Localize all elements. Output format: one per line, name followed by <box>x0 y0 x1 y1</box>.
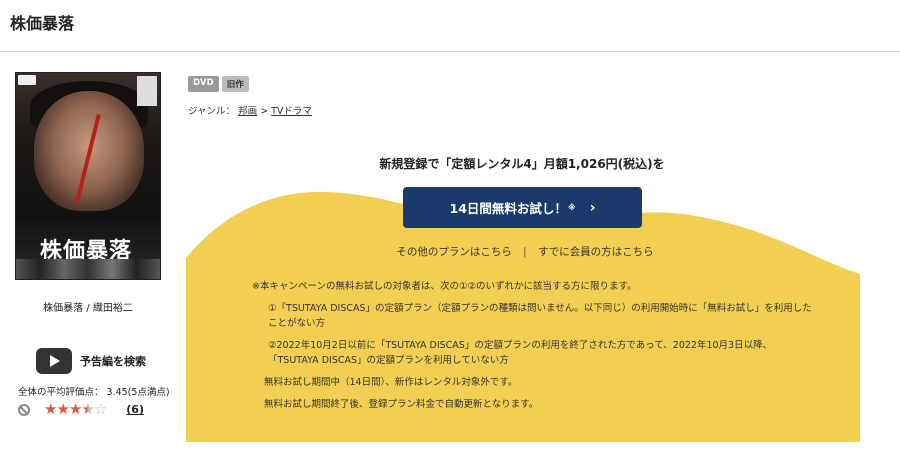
genre-breadcrumb: ジャンル： 邦画 > TVドラマ <box>188 103 312 117</box>
notes-item-1: ①「TSUTAYA DISCAS」の定額プラン（定額プランの種類は問いません。以… <box>268 303 812 329</box>
link-separator: | <box>523 246 527 258</box>
cta-label: 14日間無料お試し！ <box>449 201 567 216</box>
member-login-link[interactable]: すでに会員の方はこちら <box>538 246 654 258</box>
play-icon <box>36 348 72 374</box>
signup-text: 新規登録で「定額レンタル4」月額1,026円(税込)を <box>379 157 665 171</box>
trailer-label: 予告編を検索 <box>80 355 146 368</box>
rating-label: 全体の平均評価点： 3.45(5点満点) <box>18 387 170 398</box>
trailer-search-button[interactable]: 予告編を検索 <box>36 348 146 374</box>
free-trial-button[interactable]: 14日間無料お試し！ ※ › <box>403 187 642 228</box>
star-icon: ★ <box>56 400 69 418</box>
no-rating-icon[interactable] <box>18 403 30 416</box>
star-empty-icon: ☆ <box>93 400 107 418</box>
star-rating: ★★★★☆ <box>44 400 107 418</box>
poster-badge <box>137 76 157 106</box>
star-icon: ★ <box>44 400 57 418</box>
star-half-icon: ★ <box>81 400 94 418</box>
notes-line-1: 無料お試し期間中（14日間）、新作はレンタル対象外です。 <box>264 377 518 388</box>
plan-links: その他のプランはこちら | すでに会員の方はこちら <box>380 244 670 259</box>
poster-cast-strip <box>16 259 160 279</box>
review-count-link[interactable]: (6) <box>126 403 144 416</box>
notes-item-2: ②2022年10月2日以前に「TSUTAYA DISCAS」の定額プランの利用を… <box>268 340 773 366</box>
notes-line-2: 無料お試し期間終了後、登録プラン料金で自動更新となります。 <box>264 399 539 410</box>
chevron-right-icon: › <box>589 199 596 216</box>
rating-row: ★★★★☆ (6) <box>18 402 144 417</box>
poster-dvd-logo <box>18 75 36 85</box>
tag-dvd: DVD <box>188 76 219 92</box>
header-divider <box>0 51 900 52</box>
tag-old: 旧作 <box>221 76 249 92</box>
poster-image[interactable]: 株価暴落 <box>15 72 161 280</box>
format-tags: DVD 旧作 <box>188 76 249 92</box>
genre-link-hougaku[interactable]: 邦画 <box>238 106 257 117</box>
other-plans-link[interactable]: その他のプランはこちら <box>396 246 512 258</box>
page-title: 株価暴落 <box>10 14 75 33</box>
genre-prefix: ジャンル： <box>188 106 236 117</box>
star-icon: ★ <box>68 400 82 418</box>
campaign-notes: ※本キャンペーンの無料お試しの対象者は、次の①②のいずれかに該当する方に限ります… <box>252 279 812 419</box>
genre-separator: > <box>260 106 269 117</box>
genre-link-tvdrama[interactable]: TVドラマ <box>271 106 312 117</box>
poster-caption: 株価暴落 / 織田裕二 <box>43 303 133 314</box>
notes-intro: ※本キャンペーンの無料お試しの対象者は、次の①②のいずれかに該当する方に限ります… <box>252 281 637 292</box>
cta-note-mark: ※ <box>567 203 576 212</box>
